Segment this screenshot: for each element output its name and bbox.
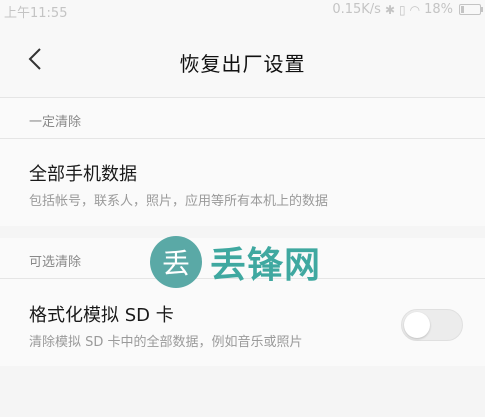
- status-icons: 0.15K/s ✱ ▯ ◠ 18%: [332, 2, 483, 17]
- section-header-required: 一定清除: [0, 98, 485, 139]
- item-all-phone-data: 全部手机数据 包括帐号，联系人，照片，应用等所有本机上的数据: [0, 139, 485, 226]
- status-time: 上午11:55: [4, 6, 68, 21]
- battery-icon: [459, 4, 483, 15]
- vibrate-icon: ▯: [399, 2, 406, 17]
- item-format-sd[interactable]: 格式化模拟 SD 卡 清除模拟 SD 卡中的全部数据，例如音乐或照片: [0, 279, 485, 366]
- bluetooth-icon: ✱: [384, 2, 395, 17]
- top-bar: 恢复出厂设置: [0, 20, 485, 98]
- watermark-text: 丢锋网: [210, 245, 322, 286]
- battery-text: 18%: [424, 2, 453, 17]
- section-header-label: 可选清除: [29, 255, 82, 270]
- item-description: 包括帐号，联系人，照片，应用等所有本机上的数据: [29, 194, 329, 209]
- section-header-label: 一定清除: [29, 115, 82, 130]
- watermark-logo: 丢 丢锋网: [150, 236, 321, 288]
- network-speed: 0.15K/s: [332, 2, 381, 17]
- page-title: 恢复出厂设置: [179, 52, 306, 76]
- battery-fill: [461, 6, 464, 13]
- section-required: 一定清除 全部手机数据 包括帐号，联系人，照片，应用等所有本机上的数据: [0, 98, 485, 226]
- wifi-icon: ◠: [409, 2, 421, 17]
- item-description: 清除模拟 SD 卡中的全部数据，例如音乐或照片: [29, 335, 303, 350]
- item-title: 格式化模拟 SD 卡: [29, 305, 174, 326]
- status-bar: 上午11:55 0.15K/s ✱ ▯ ◠ 18%: [0, 0, 485, 21]
- item-title: 全部手机数据: [29, 164, 137, 185]
- watermark-badge: 丢: [150, 236, 202, 288]
- format-sd-toggle[interactable]: [401, 309, 463, 341]
- toggle-knob: [404, 312, 430, 338]
